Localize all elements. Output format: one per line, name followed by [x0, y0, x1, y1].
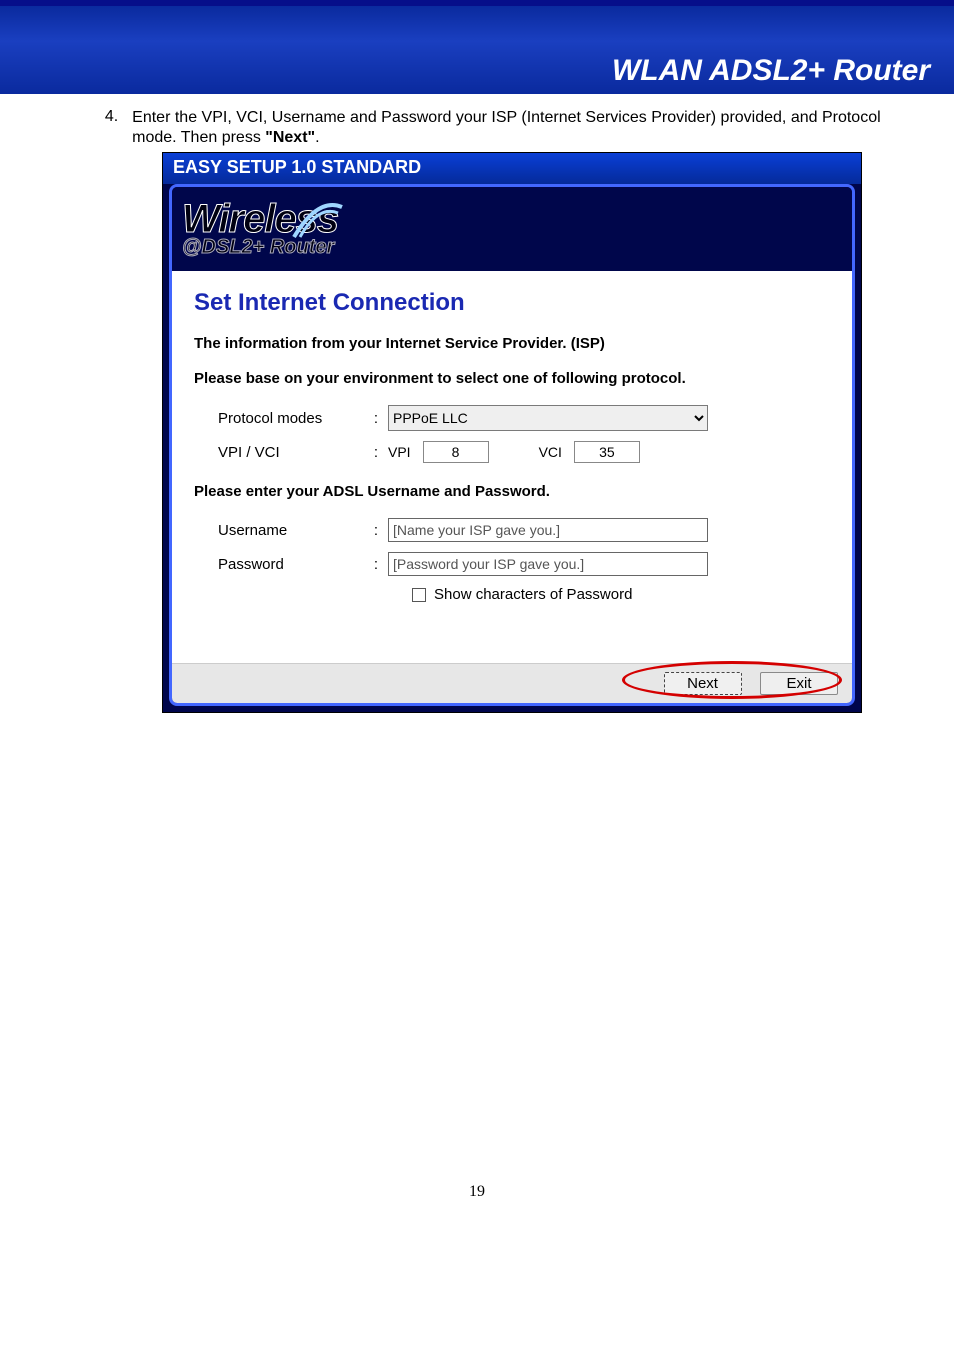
- app-titlebar: EASY SETUP 1.0 STANDARD: [163, 153, 861, 184]
- instruction-part-b: .: [315, 129, 319, 146]
- section-title: Set Internet Connection: [194, 289, 830, 317]
- row-username: Username :: [194, 518, 830, 542]
- instruction-part-a: Enter the VPI, VCI, Username and Passwor…: [132, 109, 881, 146]
- logo-band: Wireless @DSL2+ Router: [172, 187, 852, 271]
- protocol-instruction-line: Please base on your environment to selec…: [194, 370, 830, 387]
- vci-input[interactable]: [574, 441, 640, 463]
- colon: :: [364, 522, 388, 539]
- header-band: WLAN ADSL2+ Router: [0, 6, 954, 94]
- cred-instruction-line: Please enter your ADSL Username and Pass…: [194, 483, 830, 500]
- instruction-row: 4. Enter the VPI, VCI, Username and Pass…: [40, 108, 914, 148]
- page-header-title: WLAN ADSL2+ Router: [612, 54, 930, 87]
- show-password-label: Show characters of Password: [434, 586, 632, 603]
- show-password-row: Show characters of Password: [412, 586, 830, 603]
- white-panel: Set Internet Connection The information …: [172, 271, 852, 663]
- show-password-checkbox[interactable]: [412, 588, 426, 602]
- row-vpivci: VPI / VCI : VPI VCI: [194, 441, 830, 463]
- label-protocol: Protocol modes: [194, 410, 364, 427]
- exit-button[interactable]: Exit: [760, 672, 838, 695]
- wifi-arc-icon: [292, 191, 344, 243]
- label-vci: VCI: [539, 444, 562, 460]
- app-screenshot: EASY SETUP 1.0 STANDARD Wireless @DSL2+ …: [162, 152, 862, 713]
- label-username: Username: [194, 522, 364, 539]
- logo-wireless: Wireless: [182, 197, 338, 242]
- page-body: 4. Enter the VPI, VCI, Username and Pass…: [0, 94, 954, 1231]
- next-button[interactable]: Next: [664, 672, 742, 695]
- colon: :: [364, 410, 388, 427]
- app-inner-frame: Wireless @DSL2+ Router Set Internet Conn…: [169, 184, 855, 706]
- label-password: Password: [194, 556, 364, 573]
- instruction-bold: "Next": [265, 129, 315, 146]
- instruction-number: 4.: [40, 108, 132, 148]
- username-input[interactable]: [388, 518, 708, 542]
- page-number: 19: [40, 1183, 914, 1231]
- vpi-input[interactable]: [423, 441, 489, 463]
- instruction-text: Enter the VPI, VCI, Username and Passwor…: [132, 108, 914, 148]
- colon: :: [364, 444, 388, 461]
- protocol-select[interactable]: PPPoE LLC: [388, 405, 708, 431]
- password-input[interactable]: [388, 552, 708, 576]
- row-protocol: Protocol modes : PPPoE LLC: [194, 405, 830, 431]
- colon: :: [364, 556, 388, 573]
- label-vpi: VPI: [388, 444, 411, 460]
- row-password: Password :: [194, 552, 830, 576]
- button-bar: Next Exit: [172, 663, 852, 703]
- button-bar-wrap: Next Exit: [172, 663, 852, 703]
- label-vpivci: VPI / VCI: [194, 444, 364, 461]
- isp-info-line: The information from your Internet Servi…: [194, 335, 830, 352]
